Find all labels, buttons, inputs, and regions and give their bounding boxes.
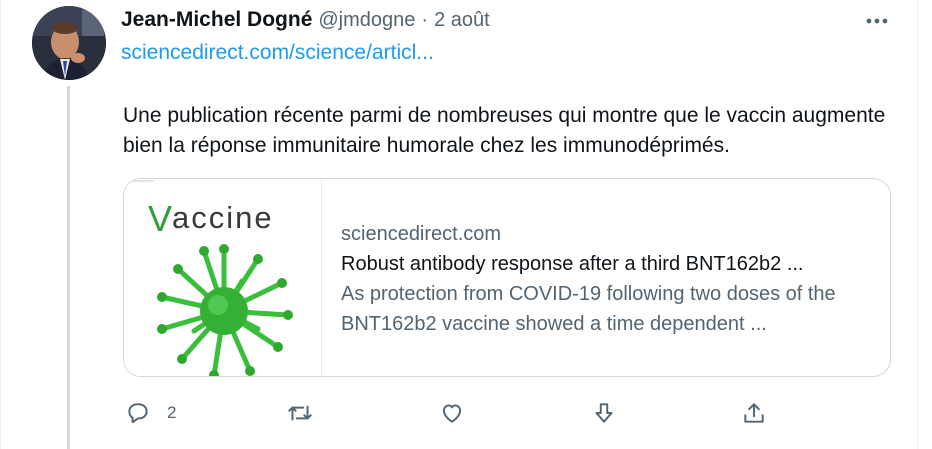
tweet-text: Une publication récente parmi de nombreu… — [123, 104, 886, 157]
reply-button[interactable]: 2 — [125, 396, 176, 430]
link-card[interactable]: V accine sciencedirect.com Robust antibo… — [123, 178, 891, 377]
author-name[interactable]: Jean-Michel Dogné — [121, 8, 312, 32]
vaccine-thumbnail-image: V accine — [124, 179, 321, 376]
tweet-date[interactable]: 2 août — [434, 9, 490, 32]
frame-edge-left — [0, 0, 1, 449]
card-title: Robust antibody response after a third B… — [341, 253, 804, 275]
tweet-header: Jean-Michel Dogné @jmdogne · 2 août — [121, 8, 490, 34]
thread-line — [67, 86, 70, 449]
more-options-button[interactable] — [860, 8, 894, 34]
downvote-button[interactable] — [591, 396, 617, 430]
card-description: As protection from COVID-19 following tw… — [341, 283, 836, 335]
action-bar: 2 — [123, 396, 783, 430]
reply-icon — [128, 403, 148, 424]
like-button[interactable] — [439, 396, 465, 430]
tweet-link[interactable]: sciencedirect.com/science/articl... — [121, 41, 434, 65]
heart-icon — [442, 404, 462, 423]
retweet-icon — [288, 405, 312, 421]
share-icon — [744, 403, 764, 423]
frame-edge-right — [917, 0, 918, 449]
avatar-image — [32, 6, 106, 80]
downvote-icon — [595, 403, 613, 423]
retweet-button[interactable] — [286, 396, 314, 430]
thumb-logo-rest: accine — [172, 200, 274, 235]
reply-count: 2 — [167, 403, 177, 422]
card-body: sciencedirect.com Robust antibody respon… — [341, 219, 876, 339]
separator-dot: · — [421, 9, 429, 31]
thumb-logo-initial: V — [148, 198, 172, 239]
card-thumbnail: V accine — [124, 179, 322, 376]
avatar[interactable] — [32, 6, 106, 80]
card-domain: sciencedirect.com — [341, 223, 502, 245]
share-button[interactable] — [741, 396, 767, 430]
author-handle[interactable]: @jmdogne — [318, 9, 415, 32]
more-icon — [866, 18, 888, 24]
